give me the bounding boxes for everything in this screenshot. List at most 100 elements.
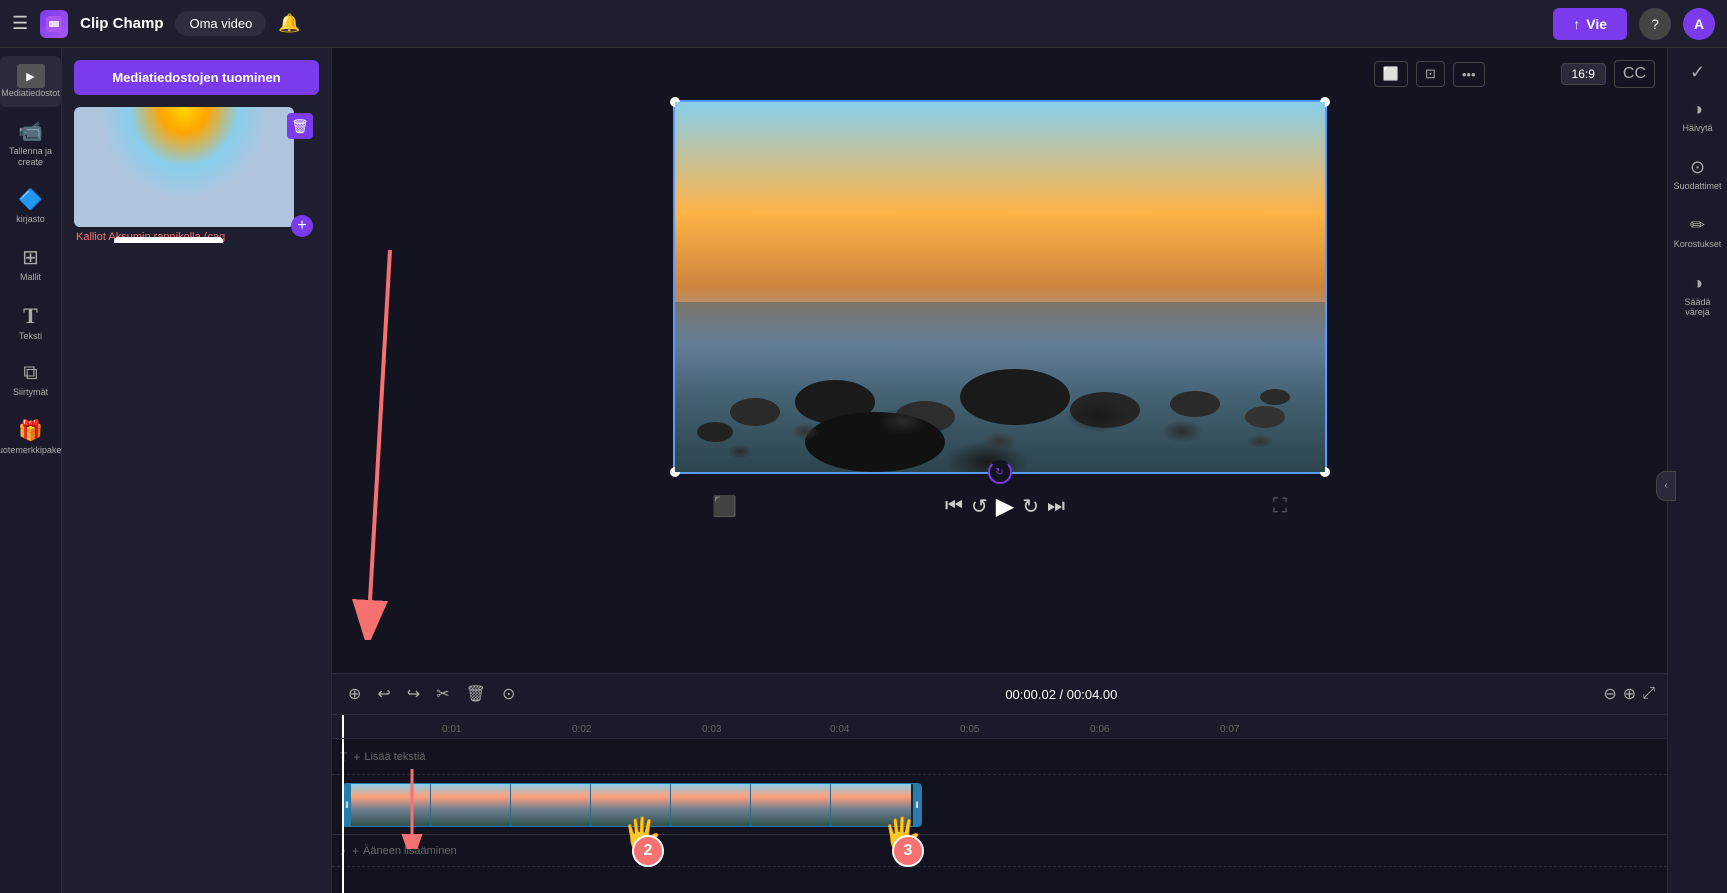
sidebar-item-mallit[interactable]: ⊞ Mallit <box>0 237 61 291</box>
import-button[interactable]: Mediatiedostojen tuominen <box>74 60 319 95</box>
delete-button[interactable]: 🗑 <box>287 113 313 139</box>
hamburger-icon[interactable]: ☰ <box>12 13 28 34</box>
video-clip[interactable]: ‖ ‖ <box>342 783 922 827</box>
sidebar-label-tallenna: Tallenna ja create <box>4 146 57 168</box>
clip-handle-left[interactable]: ‖ <box>343 784 351 826</box>
timeline-area: ⊕ ↩ ↪ ✂ 🗑 ⊙ 00:00.02 / 00:04.00 ⊖ ⊕ ⤢ 0:… <box>332 673 1667 893</box>
progress-circle: ↻ <box>988 460 1012 484</box>
add-text-button[interactable]: + Lisää tekstiä <box>353 750 425 764</box>
app-logo <box>40 10 68 38</box>
user-avatar[interactable]: A <box>1683 8 1715 40</box>
sidebar-item-mediatiedostot[interactable]: ▶ Mediatiedostot <box>0 56 61 107</box>
timeline-time-display: 00:00.02 / 00:04.00 <box>527 687 1595 702</box>
skip-forward-button[interactable]: ⏭ <box>1047 495 1065 518</box>
playhead-line <box>342 739 344 893</box>
sidebar-item-tuotemerkkipaketti[interactable]: 🎁 Tuotemerkkipaketti <box>0 410 61 464</box>
zoom-out-button[interactable]: ⊖ <box>1603 684 1616 704</box>
color-adjust-icon: ◑ <box>1692 273 1703 294</box>
plus-text-icon: + <box>353 750 360 764</box>
more-tools-button[interactable]: ••• <box>1453 62 1485 87</box>
forward-button[interactable]: ↻ <box>1022 494 1039 519</box>
help-icon[interactable]: ? <box>1639 8 1671 40</box>
playback-controls: ⬛ ⏮ ↺ ▶ ↻ ⏭ ⛶ <box>344 492 1655 521</box>
clip-filmstrip <box>351 784 913 826</box>
right-sidebar-label-korostukset: Korostukset <box>1674 239 1722 249</box>
magnet-tool-button[interactable]: ⊕ <box>344 680 365 708</box>
right-sidebar-item-suodattimet[interactable]: ⊙ Suodattimet <box>1668 147 1727 201</box>
ruler-mark-5: 0:05 <box>960 724 979 735</box>
right-sidebar-label-suodattimet: Suodattimet <box>1673 181 1721 191</box>
plus-audio-icon: + <box>352 844 359 858</box>
notifications-icon[interactable]: 🔔 <box>278 13 300 34</box>
play-button[interactable]: ▶ <box>996 492 1014 521</box>
film-frame-4 <box>591 784 671 826</box>
ruler-mark-3: 0:03 <box>702 724 721 735</box>
right-sidebar-collapse-button[interactable]: ‹ <box>1656 471 1676 501</box>
sidebar-item-tallenna[interactable]: 📹 Tallenna ja create <box>0 111 61 176</box>
film-frame-6 <box>751 784 831 826</box>
aspect-ratio-badge: 16:9 <box>1561 63 1606 85</box>
film-frame-3 <box>511 784 591 826</box>
center-area: ⬜ ⊡ ••• 16:9 CC <box>332 48 1667 893</box>
captions-tool-button[interactable]: CC <box>1614 60 1655 88</box>
undo-button[interactable]: ↩ <box>373 680 394 708</box>
camera-icon: 📹 <box>18 119 43 144</box>
confirm-button[interactable]: ✓ <box>1690 56 1705 89</box>
sidebar-label-tuotemerkkipaketti: Tuotemerkkipaketti <box>0 445 68 456</box>
film-frame-1 <box>351 784 431 826</box>
fit-button[interactable]: ⤢ <box>1642 684 1655 704</box>
fullscreen-button[interactable]: ⛶ <box>1273 495 1287 518</box>
right-sidebar-item-korostukset[interactable]: ✏ Korostukset <box>1668 205 1727 259</box>
cut-button[interactable]: ✂ <box>432 680 453 708</box>
filter-icon: ⊙ <box>1690 157 1705 178</box>
export-button[interactable]: Vie <box>1553 8 1627 40</box>
timeline-ruler: 0:01 0:02 0:03 0:04 0:05 0:06 0:07 <box>332 715 1667 739</box>
thumbnail-image <box>74 107 294 227</box>
subtitle-button[interactable]: ⬛ <box>712 494 737 519</box>
ruler-mark-1: 0:01 <box>442 724 461 735</box>
sidebar-label-kirjasto: kirjasto <box>16 214 45 225</box>
right-sidebar: ‹ ✓ ◑ Häivytä ⊙ Suodattimet ✏ Korostukse… <box>1667 48 1727 893</box>
media-panel: Mediatiedostojen tuominen 🗑 + Kalliot Ak… <box>62 48 332 893</box>
timeline-zoom: ⊖ ⊕ ⤢ <box>1603 684 1655 704</box>
record-button[interactable]: ⊙ <box>498 680 519 708</box>
skip-back-button[interactable]: ⏮ <box>945 495 963 518</box>
video-preview <box>675 102 1325 472</box>
text-track: T + Lisää tekstiä <box>332 739 1667 775</box>
redo-button[interactable]: ↪ <box>403 680 424 708</box>
media-item[interactable]: 🗑 + Kalliot Aksumin rannikolla (cag Lisä… <box>74 107 319 243</box>
right-sidebar-item-hauytya[interactable]: ◑ Häivytä <box>1668 89 1727 143</box>
preview-canvas: ↻ <box>673 100 1327 474</box>
media-grid: 🗑 + Kalliot Aksumin rannikolla (cag Lisä… <box>62 107 331 243</box>
ruler-mark-2: 0:02 <box>572 724 591 735</box>
sidebar-label-mallit: Mallit <box>20 272 41 283</box>
left-sidebar: ▶ Mediatiedostot 📹 Tallenna ja create 🔷 … <box>0 48 62 893</box>
rewind-button[interactable]: ↺ <box>971 494 988 519</box>
pip-tool-button[interactable]: ⊡ <box>1416 61 1445 87</box>
film-frame-7 <box>831 784 911 826</box>
video-preview-svg <box>675 102 1325 472</box>
preview-area: ⬜ ⊡ ••• 16:9 CC <box>332 48 1667 673</box>
sidebar-item-teksti[interactable]: T Teksti <box>0 295 61 350</box>
playhead[interactable] <box>342 715 344 738</box>
tuotemerkkipaketti-icon: 🎁 <box>18 418 43 443</box>
crop-tool-button[interactable]: ⬜ <box>1374 61 1408 87</box>
siirtymat-icon: ⧉ <box>23 362 37 385</box>
sidebar-item-kirjasto[interactable]: 🔷 kirjasto <box>0 179 61 233</box>
right-sidebar-item-saada-vareja[interactable]: ◑ Säädä värejä <box>1668 263 1727 327</box>
sidebar-label-mediatiedostot: Mediatiedostot <box>1 88 60 99</box>
video-track: ‖ ‖ <box>332 775 1667 835</box>
sidebar-item-siirtymat[interactable]: ⧉ Siirtymät <box>0 354 61 406</box>
right-sidebar-label-hauytya: Häivytä <box>1682 123 1712 133</box>
kirjasto-icon: 🔷 <box>18 187 43 212</box>
clip-handle-right[interactable]: ‖ <box>913 784 921 826</box>
sidebar-label-siirtymat: Siirtymät <box>13 387 48 398</box>
video-name-button[interactable]: Oma video <box>175 11 266 36</box>
add-audio-button[interactable]: + Ääneen lisääminen <box>352 844 457 858</box>
zoom-in-button[interactable]: ⊕ <box>1623 684 1636 704</box>
media-thumbnail <box>74 107 294 227</box>
media-icon: ▶ <box>17 64 45 88</box>
topbar: ☰ Clip Champ Oma video 🔔 Vie ? A <box>0 0 1727 48</box>
delete-clip-button[interactable]: 🗑 <box>462 680 490 708</box>
add-to-timeline-button[interactable]: + <box>291 215 313 237</box>
